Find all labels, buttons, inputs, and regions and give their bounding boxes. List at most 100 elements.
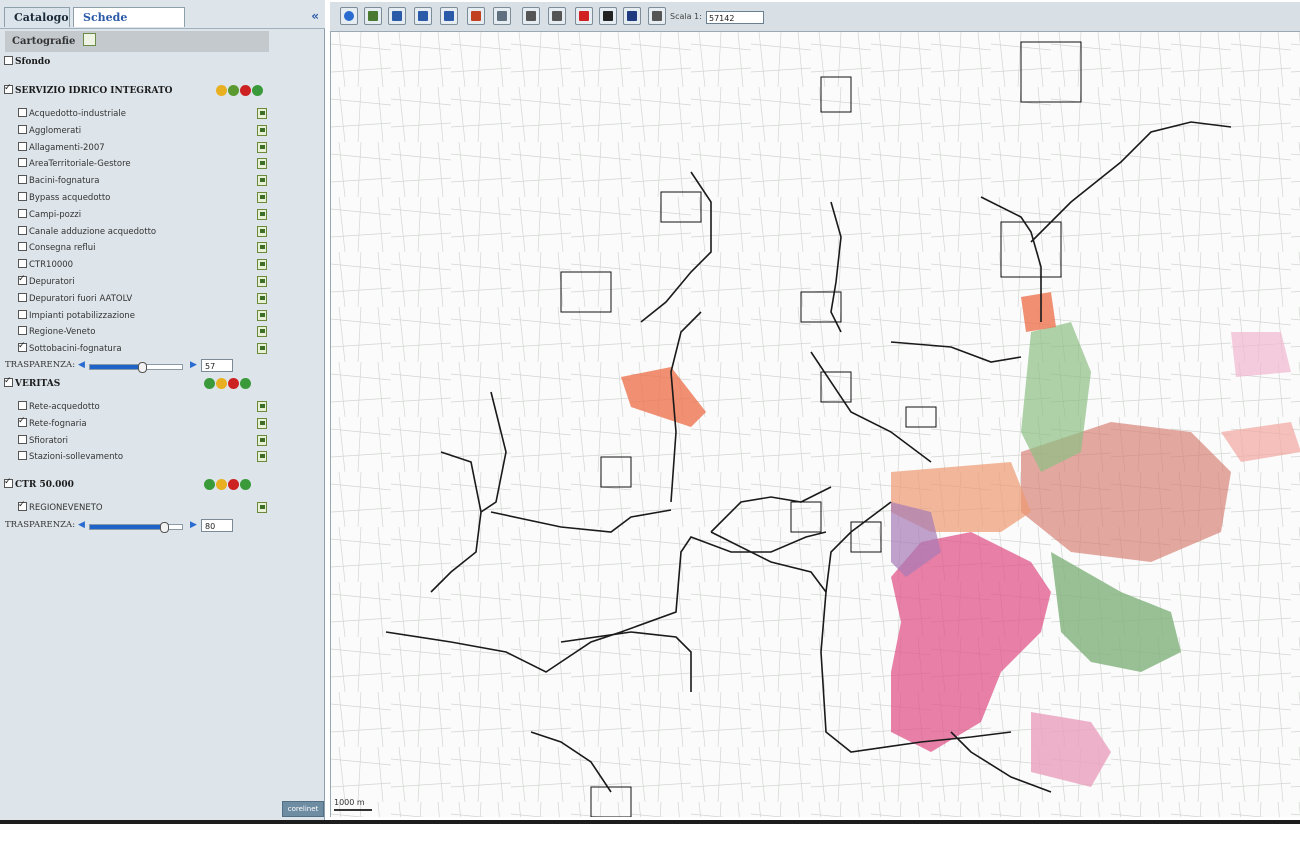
transparency-input[interactable]: 80 (201, 519, 233, 532)
layer-checkbox[interactable] (18, 208, 27, 218)
legend-icon[interactable] (257, 208, 267, 220)
folder-icon[interactable] (216, 479, 227, 490)
legend-icon[interactable] (257, 502, 267, 513)
zoom-in-button[interactable] (414, 7, 432, 25)
layer-checkbox[interactable] (18, 401, 27, 410)
sfondo-row[interactable]: Sfondo (4, 55, 50, 69)
add-layer-icon[interactable] (204, 479, 215, 490)
folder-icon[interactable] (228, 85, 239, 96)
layer-row[interactable]: Consegna reflui (18, 241, 96, 255)
layer-checkbox[interactable] (18, 434, 27, 444)
transparency-input[interactable]: 57 (201, 359, 233, 372)
layer-checkbox[interactable] (18, 158, 27, 168)
legend-icon[interactable] (257, 401, 267, 412)
slider-knob[interactable] (138, 362, 148, 373)
legend-icon[interactable] (257, 417, 267, 429)
layer-checkbox[interactable] (18, 292, 27, 302)
legend-icon[interactable] (257, 124, 267, 136)
layer-checkbox[interactable] (18, 451, 27, 461)
zoom-out-button[interactable] (440, 7, 458, 25)
layer-checkbox[interactable] (18, 141, 27, 151)
layer-row[interactable]: Sottobacini-fognatura (18, 339, 122, 356)
legend-icon[interactable] (257, 225, 267, 237)
layer-row[interactable]: AreaTerritoriale-Gestore (18, 157, 131, 171)
remove-layer-icon[interactable] (252, 85, 263, 96)
layer-row[interactable]: Stazioni-sollevamento (18, 450, 123, 464)
layer-checkbox[interactable] (18, 108, 27, 117)
layer-checkbox[interactable] (18, 309, 27, 319)
legend-icon[interactable] (257, 343, 267, 355)
layer-row[interactable]: Agglomerati (18, 124, 81, 138)
zoom-box-button[interactable] (388, 7, 406, 25)
group-checkbox[interactable] (4, 475, 13, 489)
printer-button[interactable] (648, 7, 666, 25)
legend-icon[interactable] (257, 276, 267, 287)
legend-icon[interactable] (257, 192, 267, 203)
remove-layer-icon[interactable] (240, 378, 251, 389)
export-button[interactable] (493, 7, 511, 25)
select-box-button[interactable] (522, 7, 540, 25)
layer-row[interactable]: Allagamenti-2007 (18, 141, 105, 155)
slider-left-arrow-icon[interactable]: ◀ (78, 360, 85, 370)
folder-icon[interactable] (216, 378, 227, 389)
collapse-panel-button[interactable]: « (311, 9, 319, 23)
layer-row[interactable]: Rete-fognaria (18, 414, 87, 431)
legend-icon[interactable] (257, 451, 267, 463)
layer-row[interactable]: Canale adduzione acquedotto (18, 225, 156, 239)
layer-checkbox[interactable] (18, 414, 27, 428)
group-2[interactable]: CTR 50.000 (4, 475, 74, 492)
legend-icon[interactable] (257, 326, 267, 338)
legend-icon[interactable] (257, 242, 267, 254)
binoculars-button[interactable] (623, 7, 641, 25)
edit-icon[interactable] (228, 479, 239, 490)
globe-button[interactable] (340, 7, 358, 25)
layer-row[interactable]: Depuratori (18, 272, 75, 289)
layer-row[interactable]: Bypass acquedotto (18, 191, 110, 205)
tab-catalogo[interactable]: Catalogo (4, 7, 70, 27)
layer-row[interactable]: Depuratori fuori AATOLV (18, 292, 132, 306)
add-layer-icon[interactable] (216, 85, 227, 96)
layer-row[interactable]: Regione-Veneto (18, 325, 95, 339)
legend-icon[interactable] (257, 292, 267, 304)
print-button[interactable] (467, 7, 485, 25)
transparency-slider[interactable]: ◀ ▶ (78, 359, 198, 373)
layer-checkbox[interactable] (18, 192, 27, 201)
slider-left-arrow-icon[interactable]: ◀ (78, 520, 85, 530)
clear-selection-button[interactable] (548, 7, 566, 25)
legend-icon[interactable] (257, 158, 267, 170)
legend-icon[interactable] (257, 309, 267, 321)
layer-row[interactable]: REGIONEVENETO (18, 498, 103, 515)
layer-checkbox[interactable] (18, 259, 27, 269)
group-checkbox[interactable] (4, 374, 13, 388)
group-checkbox[interactable] (4, 81, 13, 95)
layer-checkbox[interactable] (18, 124, 27, 134)
sfondo-checkbox[interactable] (4, 56, 13, 65)
legend-icon[interactable] (257, 175, 267, 187)
tab-schede-intervento[interactable]: Schede Intervento (73, 7, 185, 44)
layer-row[interactable]: Sfioratori (18, 434, 68, 448)
layer-row[interactable]: Campi-pozzi (18, 208, 81, 222)
legend-icon[interactable] (257, 259, 267, 271)
slider-knob[interactable] (159, 522, 169, 533)
slider-right-arrow-icon[interactable]: ▶ (190, 360, 197, 370)
layer-row[interactable]: Bacini-fognatura (18, 174, 100, 188)
layer-checkbox[interactable] (18, 498, 27, 512)
layer-row[interactable]: Rete-acquedotto (18, 400, 100, 414)
layer-row[interactable]: CTR10000 (18, 258, 73, 272)
layer-checkbox[interactable] (18, 326, 27, 336)
layers-icon[interactable] (82, 33, 96, 46)
layer-checkbox[interactable] (18, 272, 27, 286)
add-layer-icon[interactable] (204, 378, 215, 389)
layer-row[interactable]: Impianti potabilizzazione (18, 309, 135, 323)
delete-button[interactable] (575, 7, 593, 25)
layer-checkbox[interactable] (18, 225, 27, 235)
layer-checkbox[interactable] (18, 242, 27, 252)
info-button[interactable] (599, 7, 617, 25)
edit-icon[interactable] (240, 85, 251, 96)
legend-icon[interactable] (257, 141, 267, 153)
scale-input[interactable]: 57142 (706, 11, 764, 24)
legend-icon[interactable] (257, 108, 267, 119)
legend-icon[interactable] (257, 434, 267, 446)
edit-icon[interactable] (228, 378, 239, 389)
layer-row[interactable]: Acquedotto-industriale (18, 107, 126, 121)
